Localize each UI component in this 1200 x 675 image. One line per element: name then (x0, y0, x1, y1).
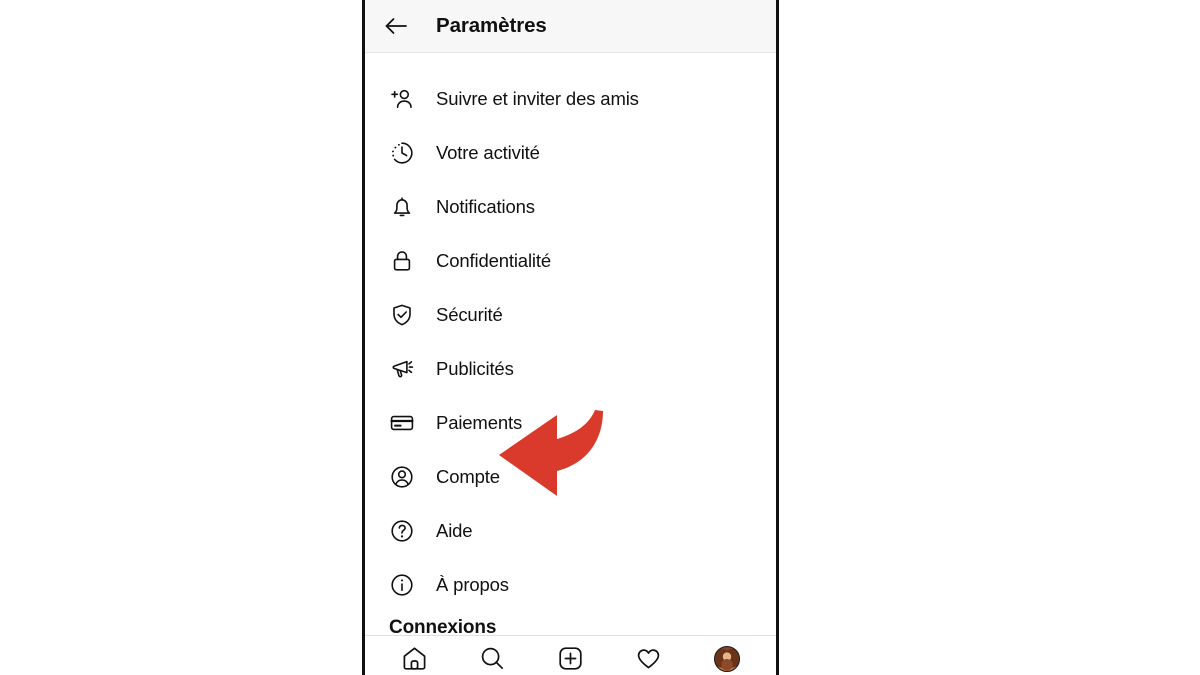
home-icon[interactable] (397, 642, 431, 675)
bottom-navigation-bar (365, 635, 776, 675)
menu-item-label: Compte (436, 466, 500, 487)
shield-check-icon (389, 302, 415, 328)
activity-clock-icon (389, 140, 415, 166)
menu-item-help[interactable]: Aide (365, 504, 776, 558)
settings-menu-list: Suivre et inviter des amis Votre activit… (365, 53, 776, 636)
menu-item-account[interactable]: Compte (365, 450, 776, 504)
menu-item-label: Sécurité (436, 304, 503, 325)
heart-icon[interactable] (632, 642, 666, 675)
menu-item-security[interactable]: Sécurité (365, 288, 776, 342)
add-post-icon[interactable] (553, 642, 587, 675)
page-title: Paramètres (436, 14, 547, 37)
person-add-icon (389, 86, 415, 112)
menu-item-about[interactable]: À propos (365, 558, 776, 612)
screenshot-stage: Paramètres Suivre et inviter des amis Vo… (0, 0, 1200, 675)
menu-item-label: Paiements (436, 412, 523, 433)
menu-item-notifications[interactable]: Notifications (365, 180, 776, 234)
menu-item-label: Confidentialité (436, 250, 551, 271)
menu-item-your-activity[interactable]: Votre activité (365, 126, 776, 180)
info-circle-icon (389, 572, 415, 598)
bell-icon (389, 194, 415, 220)
menu-item-privacy[interactable]: Confidentialité (365, 234, 776, 288)
help-circle-icon (389, 518, 415, 544)
credit-card-icon (389, 410, 415, 436)
menu-item-ads[interactable]: Publicités (365, 342, 776, 396)
lock-icon (389, 248, 415, 274)
menu-item-label: Aide (436, 520, 473, 541)
menu-item-payments[interactable]: Paiements (365, 396, 776, 450)
menu-item-follow-invite-friends[interactable]: Suivre et inviter des amis (365, 72, 776, 126)
account-circle-icon (389, 464, 415, 490)
app-header: Paramètres (365, 0, 776, 53)
menu-item-label: Notifications (436, 196, 535, 217)
search-icon[interactable] (475, 642, 509, 675)
megaphone-icon (389, 356, 415, 382)
menu-item-label: Votre activité (436, 142, 540, 163)
profile-avatar-icon[interactable] (710, 642, 744, 675)
avatar (713, 645, 740, 672)
menu-item-label: À propos (436, 574, 509, 595)
phone-screen: Paramètres Suivre et inviter des amis Vo… (362, 0, 779, 675)
back-arrow-icon[interactable] (383, 13, 409, 39)
menu-item-label: Suivre et inviter des amis (436, 88, 639, 109)
menu-item-label: Publicités (436, 358, 514, 379)
section-heading-connections: Connexions (389, 618, 497, 636)
